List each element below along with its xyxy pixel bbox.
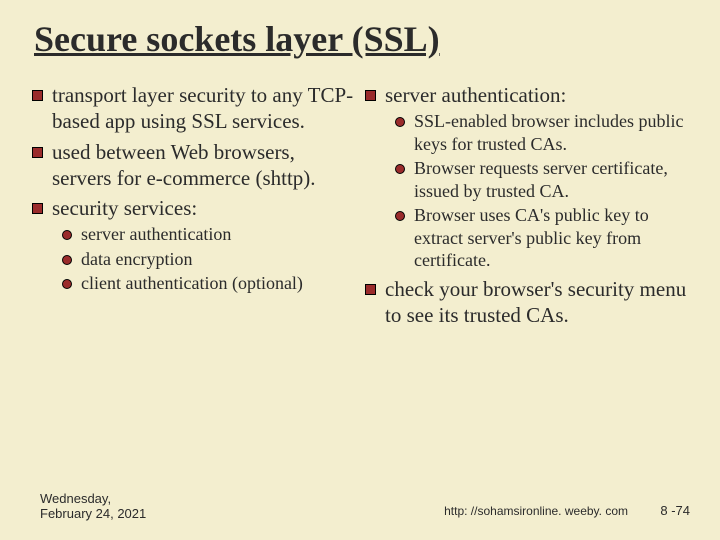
circle-bullet-icon: [395, 117, 405, 127]
bullet-item: server authentication:: [365, 82, 688, 108]
footer-url: http: //sohamsironline. weeby. com: [444, 504, 628, 518]
circle-bullet-icon: [395, 211, 405, 221]
sub-bullet-text: server authentication: [81, 223, 355, 246]
sub-bullet-text: data encryption: [81, 248, 355, 271]
slide-title: Secure sockets layer (SSL): [34, 18, 688, 60]
sub-bullet-text: SSL-enabled browser includes public keys…: [414, 110, 688, 155]
left-column: transport layer security to any TCP-base…: [32, 78, 355, 330]
sub-bullet-text: client authentication (optional): [81, 272, 355, 295]
circle-bullet-icon: [62, 279, 72, 289]
bullet-item: transport layer security to any TCP-base…: [32, 82, 355, 135]
footer-date-line2: February 24, 2021: [40, 506, 146, 521]
bullet-text: security services:: [52, 195, 355, 221]
square-bullet-icon: [365, 284, 376, 295]
circle-bullet-icon: [395, 164, 405, 174]
sub-bullet-list: SSL-enabled browser includes public keys…: [395, 110, 688, 272]
slide: Secure sockets layer (SSL) transport lay…: [0, 0, 720, 540]
sub-bullet-text: Browser uses CA's public key to extract …: [414, 204, 688, 272]
square-bullet-icon: [32, 90, 43, 101]
sub-bullet-item: server authentication: [62, 223, 355, 246]
bullet-item: used between Web browsers, servers for e…: [32, 139, 355, 192]
footer-date-line1: Wednesday,: [40, 491, 111, 506]
circle-bullet-icon: [62, 255, 72, 265]
bullet-text: server authentication:: [385, 82, 688, 108]
bullet-item: security services:: [32, 195, 355, 221]
square-bullet-icon: [365, 90, 376, 101]
footer-page-number: 8 -74: [660, 503, 690, 518]
sub-bullet-item: Browser requests server certificate, iss…: [395, 157, 688, 202]
sub-bullet-item: client authentication (optional): [62, 272, 355, 295]
bullet-item: check your browser's security menu to se…: [365, 276, 688, 329]
sub-bullet-item: SSL-enabled browser includes public keys…: [395, 110, 688, 155]
sub-bullet-item: data encryption: [62, 248, 355, 271]
sub-bullet-item: Browser uses CA's public key to extract …: [395, 204, 688, 272]
bullet-text: transport layer security to any TCP-base…: [52, 82, 355, 135]
bullet-text: used between Web browsers, servers for e…: [52, 139, 355, 192]
square-bullet-icon: [32, 203, 43, 214]
right-column: server authentication: SSL-enabled brows…: [365, 78, 688, 330]
square-bullet-icon: [32, 147, 43, 158]
circle-bullet-icon: [62, 230, 72, 240]
bullet-text: check your browser's security menu to se…: [385, 276, 688, 329]
sub-bullet-list: server authentication data encryption cl…: [62, 223, 355, 295]
sub-bullet-text: Browser requests server certificate, iss…: [414, 157, 688, 202]
footer-date: Wednesday, February 24, 2021: [40, 491, 146, 522]
content-columns: transport layer security to any TCP-base…: [32, 78, 688, 330]
